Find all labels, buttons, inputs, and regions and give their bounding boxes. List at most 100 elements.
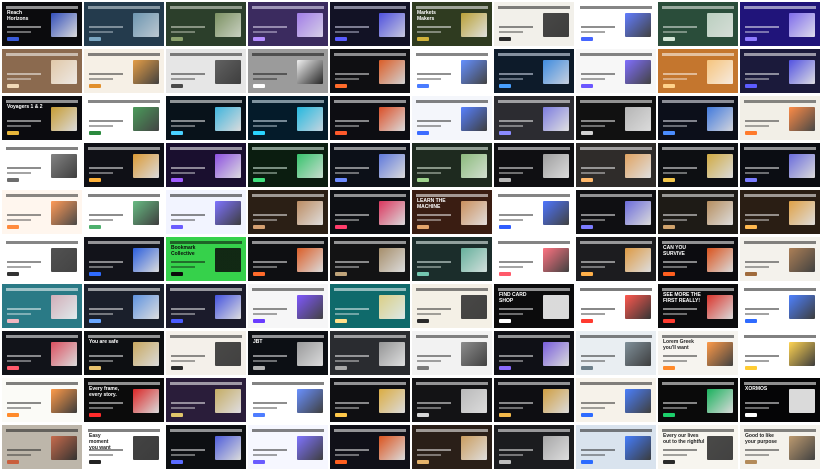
website-thumbnail[interactable] (330, 2, 410, 46)
website-thumbnail[interactable] (494, 331, 574, 375)
website-thumbnail[interactable]: FIND CARD SHOP (494, 284, 574, 328)
website-thumbnail[interactable] (330, 331, 410, 375)
website-thumbnail[interactable] (2, 143, 82, 187)
website-thumbnail[interactable] (84, 237, 164, 281)
website-thumbnail[interactable] (84, 190, 164, 234)
website-thumbnail[interactable]: Easy moment you want (84, 425, 164, 469)
website-thumbnail[interactable] (740, 143, 820, 187)
website-thumbnail[interactable] (330, 190, 410, 234)
website-thumbnail[interactable] (2, 284, 82, 328)
website-thumbnail[interactable]: Every frame, every story. (84, 378, 164, 422)
website-thumbnail[interactable] (412, 284, 492, 328)
website-thumbnail[interactable] (740, 49, 820, 93)
website-thumbnail[interactable]: LEARN THE MACHINE (412, 190, 492, 234)
website-thumbnail[interactable] (658, 49, 738, 93)
website-thumbnail[interactable] (740, 190, 820, 234)
website-thumbnail[interactable] (248, 49, 328, 93)
website-thumbnail[interactable] (658, 190, 738, 234)
website-thumbnail[interactable] (248, 378, 328, 422)
website-thumbnail[interactable] (330, 49, 410, 93)
website-thumbnail[interactable] (412, 331, 492, 375)
website-thumbnail[interactable] (576, 284, 656, 328)
website-thumbnail[interactable] (84, 96, 164, 140)
website-thumbnail[interactable] (576, 96, 656, 140)
website-thumbnail[interactable]: Lorem Greek you'll want (658, 331, 738, 375)
website-thumbnail[interactable]: Good to like your purpose (740, 425, 820, 469)
website-thumbnail[interactable]: JBT (248, 331, 328, 375)
website-thumbnail[interactable] (248, 143, 328, 187)
website-thumbnail[interactable] (412, 49, 492, 93)
website-thumbnail[interactable] (494, 96, 574, 140)
website-thumbnail[interactable] (248, 284, 328, 328)
website-thumbnail[interactable] (166, 331, 246, 375)
website-thumbnail[interactable] (166, 190, 246, 234)
website-thumbnail[interactable] (166, 143, 246, 187)
website-thumbnail[interactable]: Reach Horizons (2, 2, 82, 46)
website-thumbnail[interactable]: XORMOS (740, 378, 820, 422)
website-thumbnail[interactable] (494, 190, 574, 234)
website-thumbnail[interactable] (166, 284, 246, 328)
website-thumbnail[interactable] (494, 143, 574, 187)
website-thumbnail[interactable]: Markets Makers (412, 2, 492, 46)
website-thumbnail[interactable] (494, 49, 574, 93)
website-thumbnail[interactable] (658, 378, 738, 422)
website-thumbnail[interactable] (412, 425, 492, 469)
website-thumbnail[interactable] (330, 143, 410, 187)
website-thumbnail[interactable]: CAN YOU SURVIVE (658, 237, 738, 281)
website-thumbnail[interactable] (330, 96, 410, 140)
website-thumbnail[interactable] (658, 2, 738, 46)
website-thumbnail[interactable] (412, 237, 492, 281)
website-thumbnail[interactable] (248, 2, 328, 46)
website-thumbnail[interactable] (84, 2, 164, 46)
website-thumbnail[interactable] (166, 378, 246, 422)
website-thumbnail[interactable] (2, 49, 82, 93)
website-thumbnail[interactable] (248, 190, 328, 234)
website-thumbnail[interactable] (2, 425, 82, 469)
website-thumbnail[interactable] (576, 2, 656, 46)
website-thumbnail[interactable]: Voyagers 1 & 2 (2, 96, 82, 140)
website-thumbnail[interactable] (576, 237, 656, 281)
website-thumbnail[interactable] (576, 331, 656, 375)
website-thumbnail[interactable] (330, 237, 410, 281)
website-thumbnail[interactable] (740, 2, 820, 46)
website-thumbnail[interactable] (740, 96, 820, 140)
website-thumbnail[interactable] (658, 143, 738, 187)
website-thumbnail[interactable] (2, 237, 82, 281)
website-thumbnail[interactable] (84, 284, 164, 328)
website-thumbnail[interactable] (494, 425, 574, 469)
website-thumbnail[interactable] (248, 96, 328, 140)
website-thumbnail[interactable] (412, 378, 492, 422)
website-thumbnail[interactable] (166, 96, 246, 140)
website-thumbnail[interactable] (740, 331, 820, 375)
website-thumbnail[interactable]: You are safe (84, 331, 164, 375)
website-thumbnail[interactable] (412, 143, 492, 187)
website-thumbnail[interactable] (2, 190, 82, 234)
website-thumbnail[interactable] (84, 49, 164, 93)
website-thumbnail[interactable] (166, 2, 246, 46)
website-thumbnail[interactable] (248, 425, 328, 469)
website-thumbnail[interactable] (166, 49, 246, 93)
website-thumbnail[interactable] (494, 2, 574, 46)
website-thumbnail[interactable] (576, 425, 656, 469)
website-thumbnail[interactable] (2, 378, 82, 422)
website-thumbnail[interactable] (330, 378, 410, 422)
website-thumbnail[interactable] (494, 378, 574, 422)
website-thumbnail[interactable]: SEE MORE THE FIRST REALLY! (658, 284, 738, 328)
website-thumbnail[interactable] (740, 237, 820, 281)
website-thumbnail[interactable]: Bookmark Collective (166, 237, 246, 281)
website-thumbnail[interactable] (740, 284, 820, 328)
website-thumbnail[interactable] (166, 425, 246, 469)
website-thumbnail[interactable] (330, 284, 410, 328)
website-thumbnail[interactable] (576, 190, 656, 234)
website-thumbnail[interactable] (576, 378, 656, 422)
website-thumbnail[interactable] (658, 96, 738, 140)
website-thumbnail[interactable] (2, 331, 82, 375)
website-thumbnail[interactable] (412, 96, 492, 140)
website-thumbnail[interactable] (84, 143, 164, 187)
website-thumbnail[interactable] (248, 237, 328, 281)
website-thumbnail[interactable] (330, 425, 410, 469)
website-thumbnail[interactable] (576, 49, 656, 93)
website-thumbnail[interactable]: Every our lives out to the rightful (658, 425, 738, 469)
website-thumbnail[interactable] (576, 143, 656, 187)
website-thumbnail[interactable] (494, 237, 574, 281)
